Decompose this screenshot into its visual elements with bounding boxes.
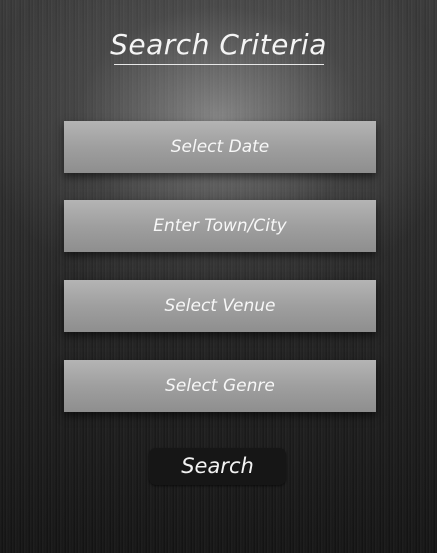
- search-screen: Search Criteria Select Date Enter Town/C…: [0, 0, 437, 553]
- select-date-field[interactable]: Select Date: [64, 121, 376, 173]
- page-title: Search Criteria: [110, 28, 327, 61]
- town-city-input[interactable]: Enter Town/City: [64, 200, 376, 252]
- search-button[interactable]: Search: [149, 448, 286, 485]
- title-underline: [114, 64, 324, 65]
- select-venue-field[interactable]: Select Venue: [64, 280, 376, 332]
- select-genre-field[interactable]: Select Genre: [64, 360, 376, 412]
